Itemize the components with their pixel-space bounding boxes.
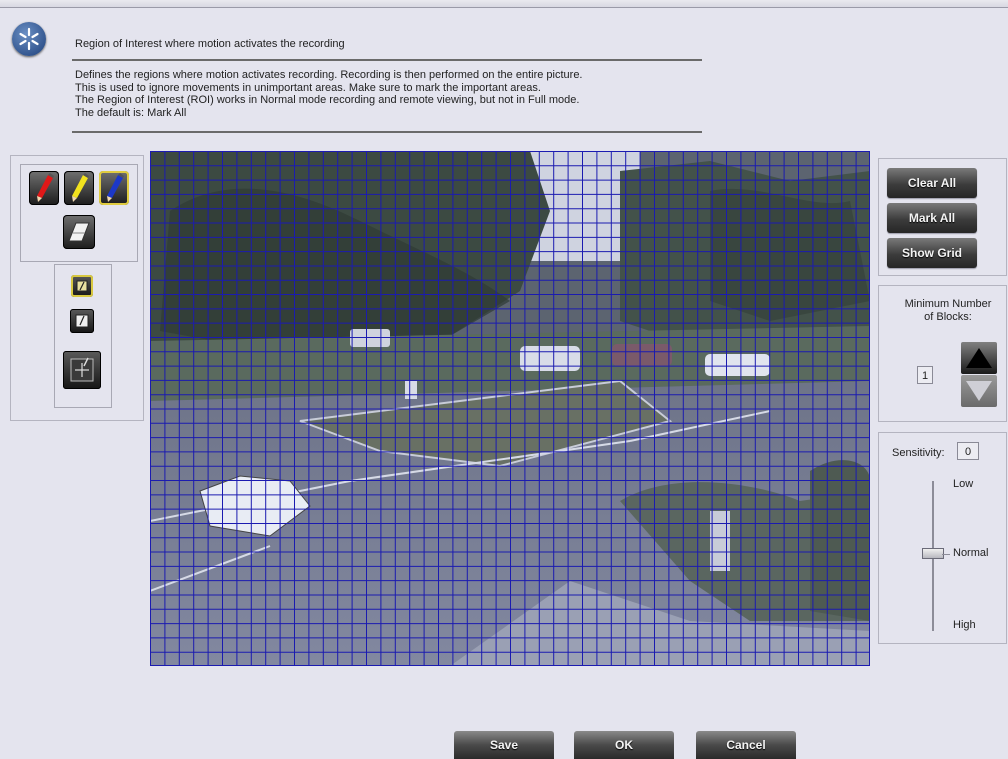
eraser-icon	[68, 222, 90, 242]
sensitivity-high-label: High	[953, 619, 976, 631]
show-grid-button[interactable]: Show Grid	[887, 238, 977, 268]
save-button[interactable]: Save	[454, 731, 554, 759]
yellow-pen-button[interactable]	[64, 171, 94, 205]
large-pen-icon	[70, 357, 94, 382]
small-pen-size-button[interactable]	[71, 275, 93, 297]
ok-button[interactable]: OK	[574, 731, 674, 759]
pen-selector	[20, 164, 138, 262]
description-divider	[72, 131, 702, 133]
small-pen-icon	[76, 280, 88, 292]
description-line: This is used to ignore movements in unim…	[75, 81, 541, 94]
description-line: The default is: Mark All	[75, 106, 187, 119]
sensitivity-slider-thumb[interactable]	[922, 548, 944, 559]
clear-all-button[interactable]: Clear All	[887, 168, 977, 198]
slider-tick	[942, 554, 950, 555]
drawing-tools-panel	[10, 155, 144, 421]
min-blocks-panel: Minimum Number of Blocks: 1	[878, 285, 1007, 422]
blue-pen-button[interactable]	[99, 171, 129, 205]
sensitivity-label: Sensitivity:	[892, 447, 945, 459]
app-logo-icon	[12, 22, 46, 56]
description-block: Defines the regions where motion activat…	[75, 69, 583, 119]
page-title: Region of Interest where motion activate…	[75, 38, 345, 50]
mark-all-button[interactable]: Mark All	[887, 203, 977, 233]
red-pen-button[interactable]	[29, 171, 59, 205]
sensitivity-panel: Sensitivity: 0 Low Normal High	[878, 432, 1007, 644]
window-top-strip	[0, 0, 1008, 8]
blue-pencil-icon	[107, 173, 124, 202]
increase-blocks-button[interactable]	[961, 342, 997, 374]
red-pencil-icon	[37, 173, 54, 202]
camera-view-roi-grid[interactable]	[150, 151, 870, 666]
cancel-button[interactable]: Cancel	[696, 731, 796, 759]
medium-pen-size-button[interactable]	[70, 309, 94, 333]
large-pen-size-button[interactable]	[63, 351, 101, 389]
arrow-up-icon	[966, 348, 992, 368]
arrow-down-icon	[966, 381, 992, 401]
min-blocks-label-line: Minimum Number	[904, 298, 992, 310]
pen-size-selector	[54, 264, 112, 408]
decrease-blocks-button[interactable]	[961, 375, 997, 407]
sensitivity-value: 0	[957, 442, 979, 460]
sensitivity-low-label: Low	[953, 478, 974, 490]
yellow-pencil-icon	[72, 173, 89, 202]
description-line: The Region of Interest (ROI) works in No…	[75, 94, 580, 107]
eraser-button[interactable]	[63, 215, 95, 249]
grid-actions-panel: Clear All Mark All Show Grid	[878, 158, 1007, 276]
description-line: Defines the regions where motion activat…	[75, 69, 583, 81]
sensitivity-normal-label: Normal	[953, 547, 989, 559]
header-divider	[72, 59, 702, 61]
roi-grid[interactable]	[150, 151, 870, 666]
medium-pen-icon	[75, 314, 89, 328]
min-blocks-value: 1	[917, 366, 933, 384]
min-blocks-label: Minimum Number of Blocks:	[891, 298, 1005, 324]
min-blocks-label-line: of Blocks:	[924, 311, 972, 323]
